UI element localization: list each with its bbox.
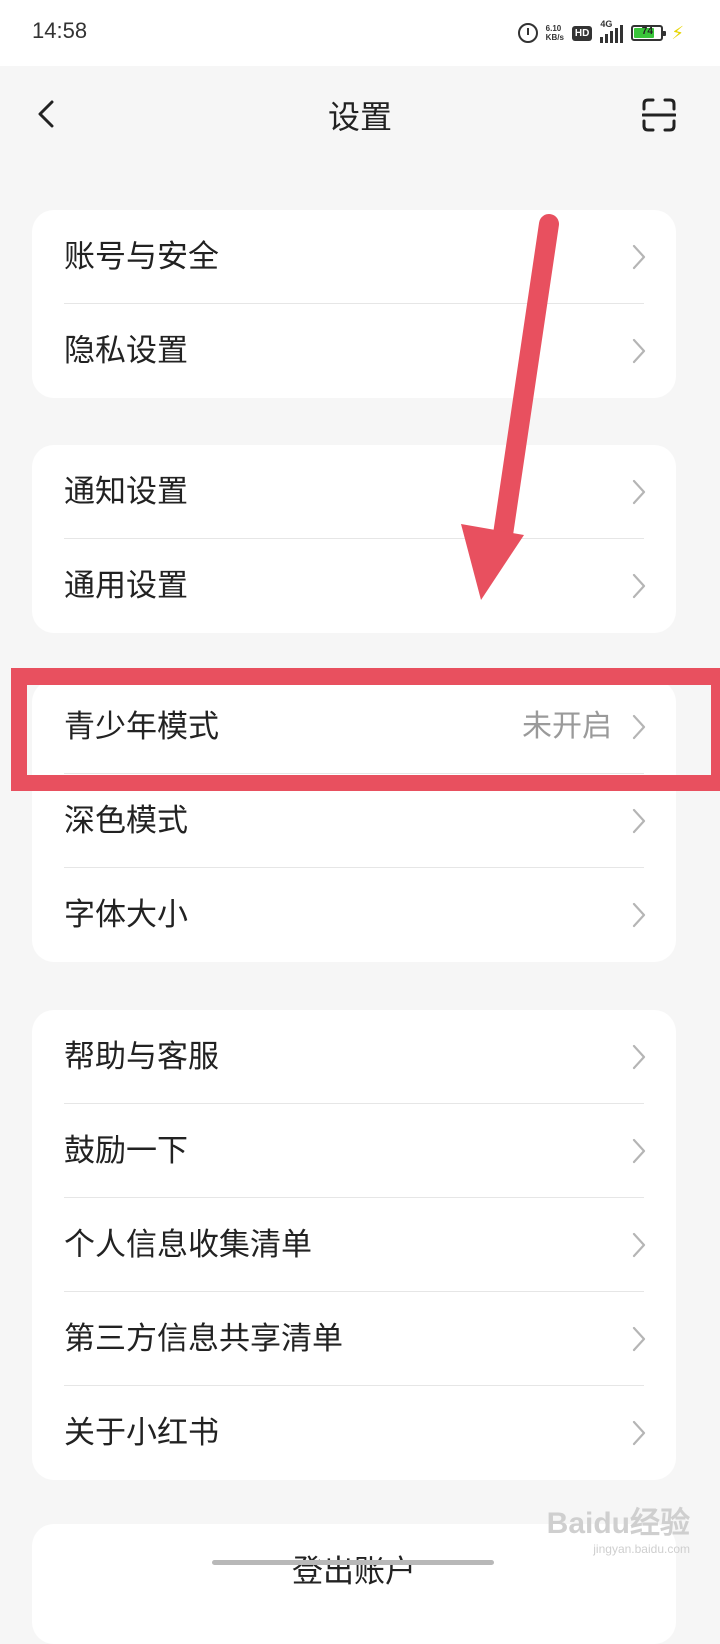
- chevron-right-icon: [632, 902, 646, 928]
- status-time: 14:58: [32, 18, 88, 43]
- chevron-right-icon: [632, 244, 646, 270]
- item-label: 通用设置: [64, 568, 188, 604]
- settings-item-about[interactable]: 关于小红书: [32, 1386, 676, 1480]
- settings-item-general[interactable]: 通用设置: [32, 539, 676, 633]
- watermark-main: Baidu经验: [546, 1507, 690, 1540]
- chevron-right-icon: [632, 573, 646, 599]
- item-label: 个人信息收集清单: [64, 1227, 312, 1263]
- item-label: 关于小红书: [64, 1415, 219, 1451]
- settings-item-dark-mode[interactable]: 深色模式: [32, 774, 676, 868]
- settings-item-teen-mode[interactable]: 青少年模式 未开启: [32, 680, 676, 774]
- chevron-right-icon: [632, 479, 646, 505]
- net-speed-unit: KB/s: [545, 33, 564, 42]
- item-label: 账号与安全: [64, 239, 219, 275]
- signal-icon: 4G: [600, 19, 624, 43]
- hd-icon: HD: [571, 25, 593, 41]
- settings-item-font-size[interactable]: 字体大小: [32, 868, 676, 962]
- status-bar: 14:58 6.10 KB/s HD 4G 74 ⚡: [0, 0, 720, 66]
- settings-group-about: 帮助与客服 鼓励一下 个人信息收集清单 第三方信息共享清单 关于小红书: [32, 1010, 676, 1480]
- settings-group-general: 通知设置 通用设置: [32, 445, 676, 633]
- item-label: 第三方信息共享清单: [64, 1321, 343, 1357]
- settings-item-help[interactable]: 帮助与客服: [32, 1010, 676, 1104]
- chevron-right-icon: [632, 1420, 646, 1446]
- status-icons: 6.10 KB/s HD 4G 74 ⚡: [517, 19, 684, 46]
- charging-icon: ⚡: [671, 22, 684, 44]
- item-label: 通知设置: [64, 474, 188, 510]
- settings-item-third-party-list[interactable]: 第三方信息共享清单: [32, 1292, 676, 1386]
- home-indicator: [212, 1560, 494, 1565]
- item-label: 鼓励一下: [64, 1133, 188, 1169]
- item-label: 深色模式: [64, 803, 188, 839]
- scan-icon[interactable]: [642, 98, 676, 132]
- battery-level: 74: [641, 26, 653, 37]
- chevron-right-icon: [632, 714, 646, 740]
- item-label: 青少年模式: [64, 709, 219, 745]
- net-speed-value: 6.10: [545, 24, 562, 33]
- item-label: 帮助与客服: [64, 1039, 219, 1075]
- chevron-right-icon: [632, 338, 646, 364]
- chevron-right-icon: [632, 1044, 646, 1070]
- baidu-watermark: Baidu经验 jingyan.baidu.com: [547, 1498, 690, 1556]
- settings-item-privacy[interactable]: 隐私设置: [32, 304, 676, 398]
- settings-item-account-security[interactable]: 账号与安全: [32, 210, 676, 304]
- settings-item-encourage[interactable]: 鼓励一下: [32, 1104, 676, 1198]
- settings-item-notifications[interactable]: 通知设置: [32, 445, 676, 539]
- item-label: 隐私设置: [64, 333, 188, 369]
- teen-mode-status: 未开启: [522, 709, 612, 744]
- alarm-icon: [517, 23, 538, 43]
- chevron-right-icon: [632, 808, 646, 834]
- battery-icon: 74: [631, 25, 667, 41]
- item-label: 字体大小: [64, 897, 188, 933]
- settings-group-account: 账号与安全 隐私设置: [32, 210, 676, 398]
- network-type: 4G: [600, 19, 613, 29]
- settings-item-personal-info-list[interactable]: 个人信息收集清单: [32, 1198, 676, 1292]
- page-title: 设置: [327, 98, 392, 136]
- chevron-right-icon: [632, 1232, 646, 1258]
- settings-group-display: 青少年模式 未开启 深色模式 字体大小: [32, 680, 676, 962]
- chevron-right-icon: [632, 1326, 646, 1352]
- chevron-right-icon: [632, 1138, 646, 1164]
- watermark-sub: jingyan.baidu.com: [593, 1542, 690, 1556]
- net-speed: 6.10 KB/s: [546, 24, 564, 42]
- header: 设置: [0, 66, 720, 166]
